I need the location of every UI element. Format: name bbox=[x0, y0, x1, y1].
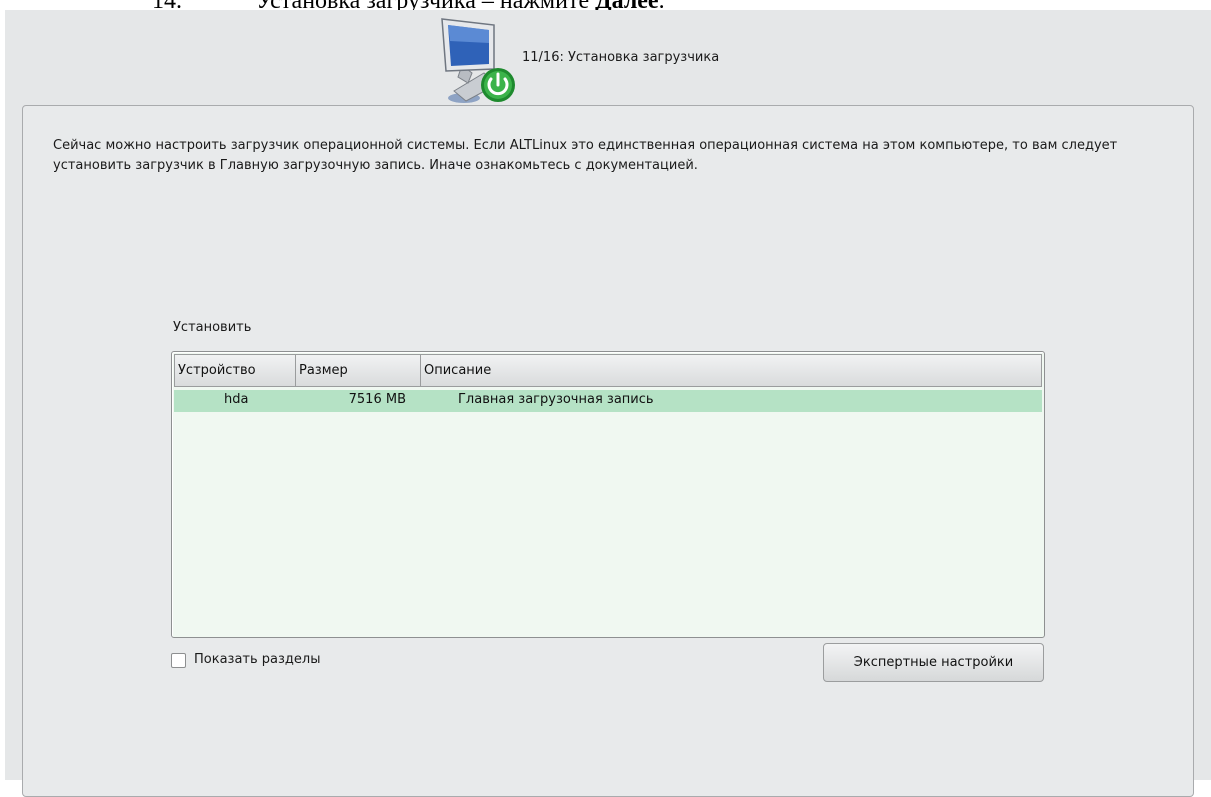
installer-window: 11/16: Установка загрузчика Сейчас можно… bbox=[5, 10, 1211, 797]
description-cell: Главная загрузочная запись bbox=[458, 392, 654, 407]
document-step-caption: 14. Установка загрузчика – нажмите Далее… bbox=[0, 0, 1211, 14]
column-header-description[interactable]: Описание bbox=[420, 354, 1042, 387]
device-list[interactable]: Устройство Размер Описание hda 7516 MB Г… bbox=[171, 351, 1045, 638]
list-item[interactable]: hda 7516 MB Главная загрузочная запись bbox=[174, 390, 1042, 412]
size-cell: 7516 MB bbox=[348, 392, 406, 407]
intro-text: Сейчас можно настроить загрузчик операци… bbox=[53, 138, 1118, 173]
step-title: 11/16: Установка загрузчика bbox=[522, 50, 720, 65]
show-partitions-label[interactable]: Показать разделы bbox=[194, 652, 320, 667]
column-header-device[interactable]: Устройство bbox=[174, 354, 296, 387]
computer-power-icon bbox=[441, 18, 515, 103]
show-partitions-checkbox[interactable] bbox=[171, 653, 186, 668]
content-panel: Сейчас можно настроить загрузчик операци… bbox=[22, 105, 1194, 797]
device-cell: hda bbox=[224, 392, 249, 407]
install-label: Установить bbox=[173, 320, 252, 335]
column-header-size[interactable]: Размер bbox=[295, 354, 421, 387]
expert-settings-button[interactable]: Экспертные настройки bbox=[823, 643, 1044, 682]
